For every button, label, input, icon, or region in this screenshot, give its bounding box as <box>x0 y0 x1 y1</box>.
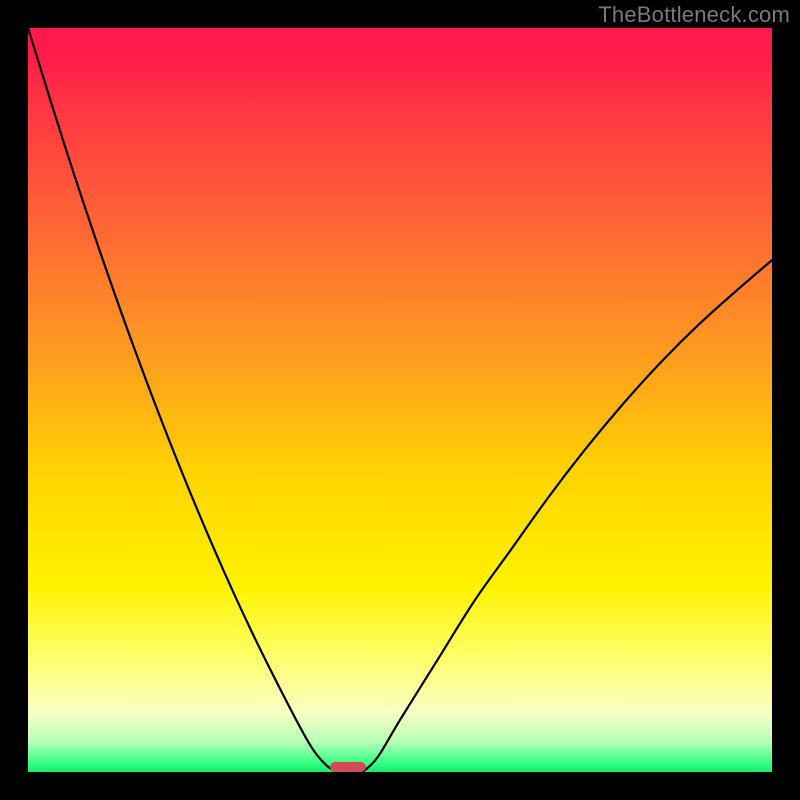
left-curve-path <box>28 28 337 772</box>
right-curve-path <box>363 260 772 772</box>
bottom-marker <box>330 762 366 772</box>
curve-layer <box>28 28 772 772</box>
plot-area <box>28 28 772 772</box>
chart-frame: TheBottleneck.com <box>0 0 800 800</box>
watermark-text: TheBottleneck.com <box>598 2 790 28</box>
